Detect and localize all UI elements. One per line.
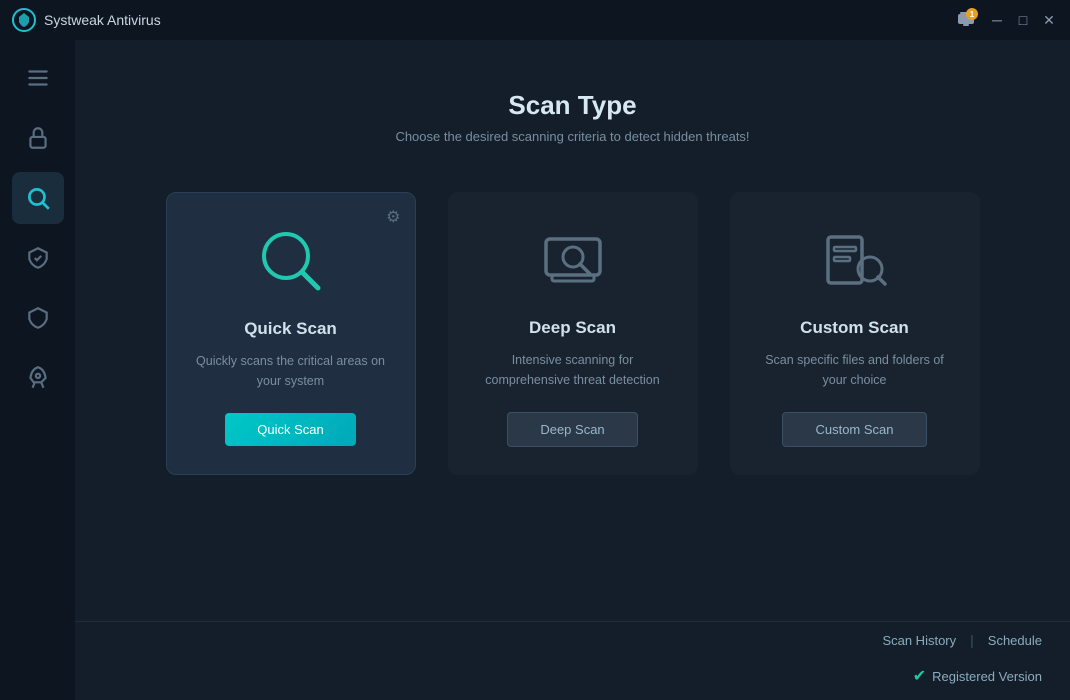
deep-scan-description: Intensive scanning for comprehensive thr… bbox=[472, 350, 674, 390]
shield-check-icon bbox=[25, 245, 51, 271]
deep-scan-card[interactable]: Deep Scan Intensive scanning for compreh… bbox=[448, 192, 698, 475]
search-icon bbox=[25, 185, 51, 211]
window-controls: 1 ─ □ ✕ bbox=[952, 6, 1058, 34]
app-logo-icon bbox=[12, 8, 36, 32]
custom-scan-card[interactable]: Custom Scan Scan specific files and fold… bbox=[730, 192, 980, 475]
footer-links: Scan History | Schedule bbox=[75, 621, 1070, 658]
rocket-icon bbox=[25, 365, 51, 391]
main-content: Scan Type Choose the desired scanning cr… bbox=[75, 40, 1070, 700]
notification-icon[interactable]: 1 bbox=[952, 6, 980, 34]
status-text: Registered Version bbox=[932, 669, 1042, 684]
sidebar-item-scan[interactable] bbox=[12, 172, 64, 224]
custom-scan-icon bbox=[815, 220, 895, 300]
footer-status: ✔ Registered Version bbox=[75, 658, 1070, 700]
sidebar bbox=[0, 40, 75, 700]
close-button[interactable]: ✕ bbox=[1040, 11, 1058, 29]
custom-scan-description: Scan specific files and folders of your … bbox=[754, 350, 956, 390]
menu-icon bbox=[25, 65, 51, 91]
shield-icon bbox=[25, 305, 51, 331]
sidebar-item-security[interactable] bbox=[12, 292, 64, 344]
sidebar-item-protection[interactable] bbox=[12, 112, 64, 164]
footer-separator: | bbox=[970, 632, 974, 648]
maximize-button[interactable]: □ bbox=[1014, 11, 1032, 29]
page-title: Scan Type bbox=[395, 90, 749, 121]
main-layout: Scan Type Choose the desired scanning cr… bbox=[0, 40, 1070, 700]
deep-scan-icon bbox=[533, 220, 613, 300]
scan-cards-container: ⚙ Quick Scan Quickly scans the critical … bbox=[166, 192, 980, 475]
app-title: Systweak Antivirus bbox=[44, 12, 161, 28]
quick-scan-card[interactable]: ⚙ Quick Scan Quickly scans the critical … bbox=[166, 192, 416, 475]
quick-scan-button[interactable]: Quick Scan bbox=[225, 413, 355, 446]
schedule-link[interactable]: Schedule bbox=[988, 633, 1042, 648]
quick-scan-title: Quick Scan bbox=[244, 319, 337, 339]
quick-scan-description: Quickly scans the critical areas on your… bbox=[191, 351, 391, 391]
sidebar-item-shield[interactable] bbox=[12, 232, 64, 284]
footer: Scan History | Schedule ✔ Registered Ver… bbox=[75, 621, 1070, 700]
custom-scan-title: Custom Scan bbox=[800, 318, 909, 338]
notification-badge: 1 bbox=[966, 8, 978, 20]
quick-scan-icon bbox=[251, 221, 331, 301]
registered-check-icon: ✔ bbox=[913, 666, 926, 686]
titlebar: Systweak Antivirus 1 ─ □ ✕ bbox=[0, 0, 1070, 40]
minimize-button[interactable]: ─ bbox=[988, 11, 1006, 29]
lock-icon bbox=[25, 125, 51, 151]
sidebar-item-boost[interactable] bbox=[12, 352, 64, 404]
custom-scan-button[interactable]: Custom Scan bbox=[782, 412, 926, 447]
scan-history-link[interactable]: Scan History bbox=[882, 633, 956, 648]
settings-icon[interactable]: ⚙ bbox=[386, 207, 400, 227]
page-header: Scan Type Choose the desired scanning cr… bbox=[395, 90, 749, 144]
deep-scan-title: Deep Scan bbox=[529, 318, 616, 338]
app-logo: Systweak Antivirus bbox=[12, 8, 161, 32]
page-subtitle: Choose the desired scanning criteria to … bbox=[395, 129, 749, 144]
deep-scan-button[interactable]: Deep Scan bbox=[507, 412, 637, 447]
sidebar-item-menu[interactable] bbox=[12, 52, 64, 104]
